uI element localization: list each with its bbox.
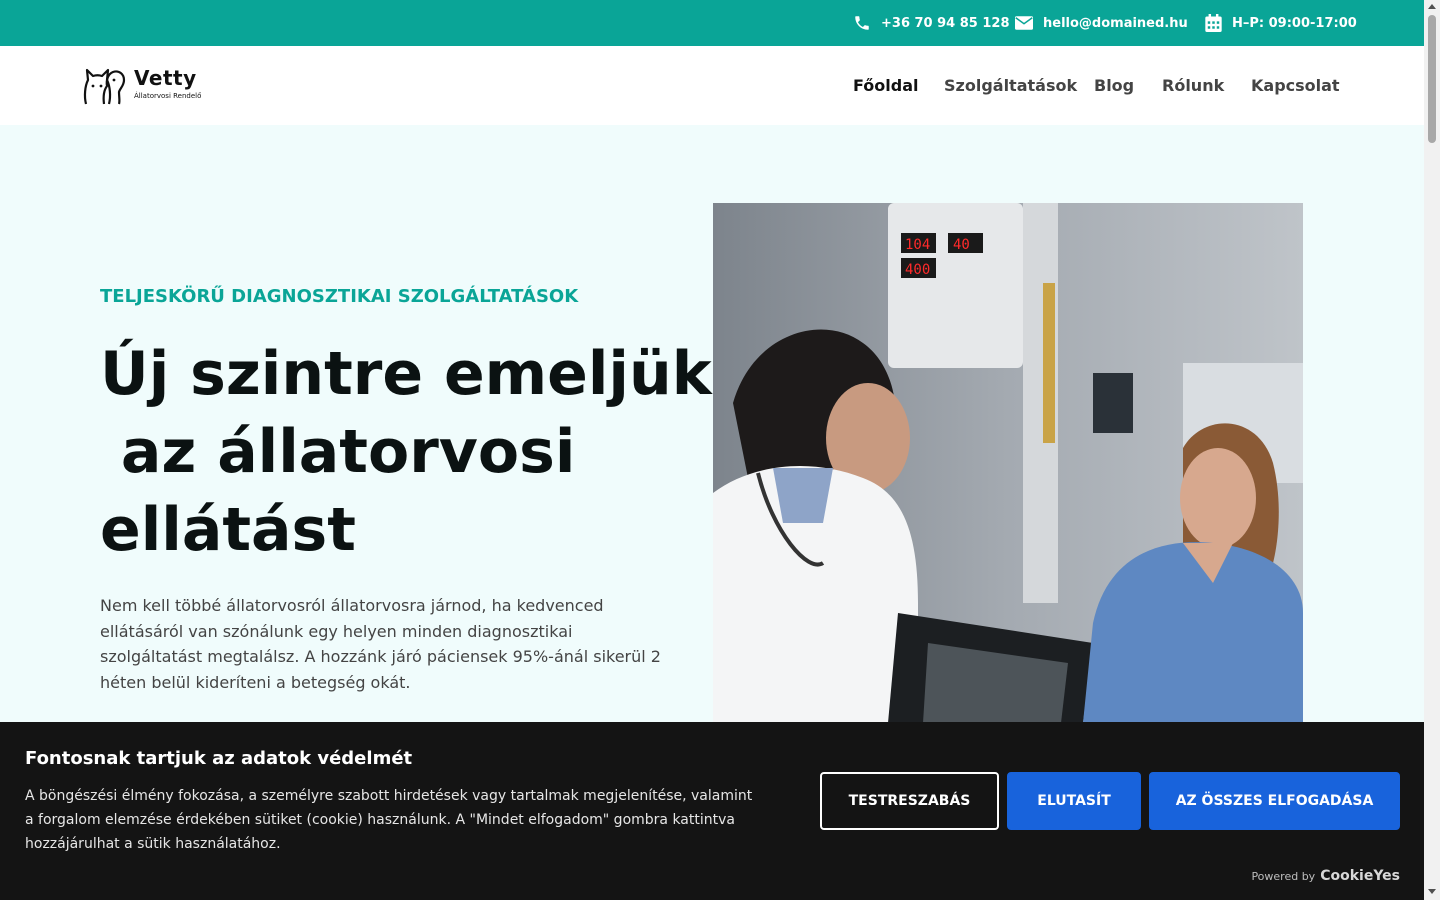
cookie-banner-title: Fontosnak tartjuk az adatok védelmét <box>25 748 413 769</box>
brand-tagline: Állatorvosi Rendelő <box>134 92 202 100</box>
hero-title-line: Új szintre emeljük <box>100 339 712 409</box>
phone-icon <box>855 16 869 30</box>
brand-name: Vetty <box>134 66 197 90</box>
hero-photo-vets-examining-xray: 104 400 40 <box>713 203 1303 723</box>
hero-eyebrow: TELJESKÖRŰ DIAGNOSZTIKAI SZOLGÁLTATÁSOK <box>100 286 579 307</box>
page-scrollbar[interactable] <box>1424 0 1440 900</box>
svg-text:104: 104 <box>905 237 930 253</box>
phone-number: +36 70 94 85 128 <box>881 15 1010 31</box>
cat-dog-logo-icon <box>83 68 126 105</box>
scrollbar-thumb[interactable] <box>1428 15 1436 143</box>
email-address: hello@domained.hu <box>1043 15 1188 31</box>
hero-title-line: az állatorvosi <box>100 417 576 487</box>
nav-link-services[interactable]: Szolgáltatások <box>944 76 1077 95</box>
nav-item-home[interactable]: Főoldal <box>853 46 918 125</box>
cookie-banner-text: A böngészési élmény fokozása, a személyr… <box>25 788 753 852</box>
nav-link-about[interactable]: Rólunk <box>1162 76 1224 95</box>
svg-text:40: 40 <box>953 237 970 253</box>
hero-title: Új szintre emeljük az állatorvosi ellátá… <box>100 335 712 569</box>
scroll-up-arrow-icon[interactable] <box>1428 4 1436 9</box>
cookie-accept-all-button[interactable]: AZ ÖSSZES ELFOGADÁSA <box>1149 772 1400 830</box>
opening-hours: H–P: 09:00-17:00 <box>1232 15 1357 31</box>
nav-item-services[interactable]: Szolgáltatások <box>944 46 1077 125</box>
powered-by-label: Powered by <box>1251 870 1316 883</box>
powered-by-cookieyes[interactable]: Powered by CookieYes <box>1251 868 1400 884</box>
topbar-hours: H–P: 09:00-17:00 <box>1205 0 1357 46</box>
hero-description: Nem kell többé állatorvosról állatorvosr… <box>100 596 661 692</box>
svg-text:400: 400 <box>905 262 930 278</box>
cookie-reject-button[interactable]: ELUTASÍT <box>1007 772 1141 830</box>
nav-item-about[interactable]: Rólunk <box>1162 46 1224 125</box>
nav-item-blog[interactable]: Blog <box>1094 46 1134 125</box>
nav-link-contact[interactable]: Kapcsolat <box>1251 76 1340 95</box>
cookie-consent-banner: Fontosnak tartjuk az adatok védelmét A b… <box>0 722 1424 900</box>
scroll-down-arrow-icon[interactable] <box>1428 889 1436 894</box>
nav-item-contact[interactable]: Kapcsolat <box>1251 46 1340 125</box>
envelope-icon <box>1015 16 1033 30</box>
cookieyes-logo: CookieYes <box>1320 868 1400 884</box>
site-header: Vetty Állatorvosi Rendelő Főoldal Szolgá… <box>0 46 1424 125</box>
nav-link-home[interactable]: Főoldal <box>853 76 918 95</box>
cookie-customize-button[interactable]: TESTRESZABÁS <box>820 772 999 830</box>
topbar-phone[interactable]: +36 70 94 85 128 <box>853 0 1010 46</box>
nav-link-blog[interactable]: Blog <box>1094 76 1134 95</box>
hero-title-line: ellátást <box>100 495 356 565</box>
topbar-email[interactable]: hello@domained.hu <box>1015 0 1188 46</box>
top-contact-bar: +36 70 94 85 128 hello@domained.hu H–P: … <box>0 0 1424 46</box>
calendar-icon <box>1205 14 1222 32</box>
site-logo[interactable]: Vetty Állatorvosi Rendelő <box>82 66 202 106</box>
